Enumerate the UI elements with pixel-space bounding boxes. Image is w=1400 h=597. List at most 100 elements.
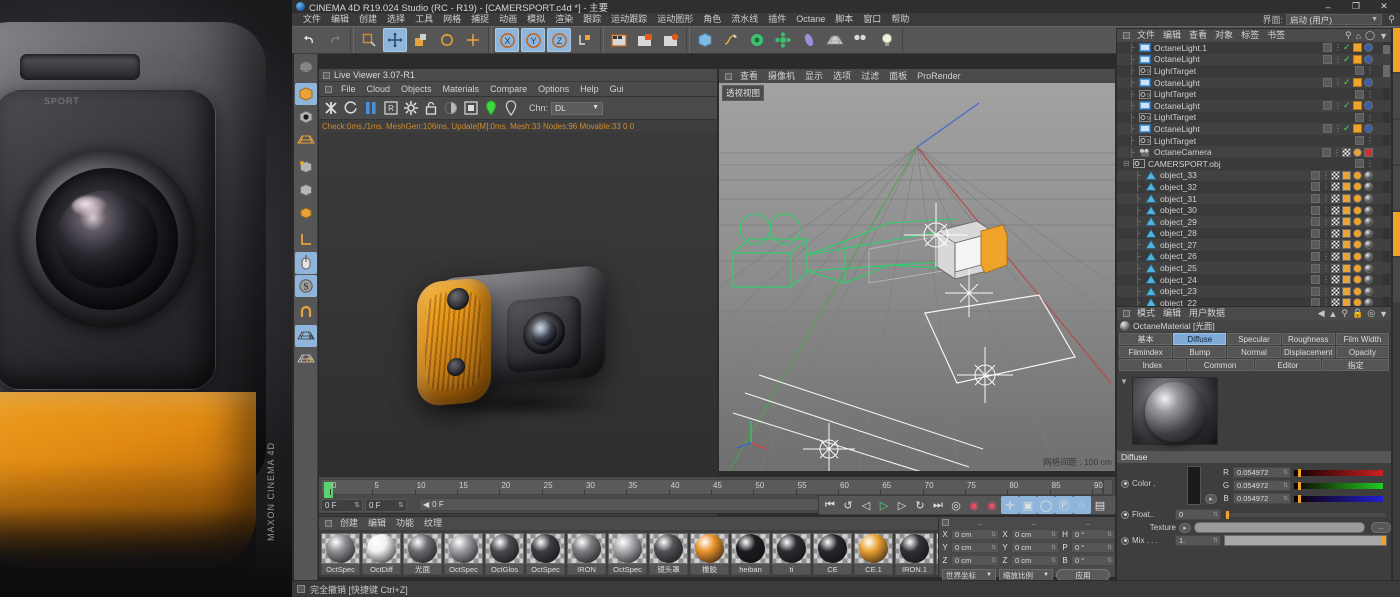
material-swatch[interactable]: OctDiff <box>362 533 401 575</box>
tag-display[interactable] <box>1311 182 1320 191</box>
polygons-mode-button[interactable] <box>295 129 317 151</box>
tree-toggle-icon[interactable]: ├ <box>1135 287 1145 296</box>
material-swatch[interactable]: CE <box>813 533 852 575</box>
position-z-input[interactable]: 0 cm⇅ <box>951 555 999 566</box>
material-swatch[interactable]: OctSpec <box>608 533 647 575</box>
material-swatch[interactable]: OctSpec <box>321 533 360 575</box>
float-radio[interactable] <box>1121 511 1129 519</box>
tag-display[interactable] <box>1311 194 1320 203</box>
quantize-enable-button[interactable]: A <box>295 325 317 347</box>
material-tab-editor[interactable]: Editor <box>1255 359 1322 371</box>
move-tool[interactable] <box>383 28 407 52</box>
viewport-solo-off-button[interactable]: S <box>295 275 317 297</box>
menu-item-14[interactable]: 流水线 <box>726 13 763 26</box>
tag-display[interactable] <box>1311 171 1320 180</box>
collapse-icon[interactable]: ▼ <box>1379 31 1388 41</box>
live-viewer-menu-item-4[interactable]: Compare <box>485 82 532 97</box>
tag-light[interactable] <box>1353 55 1362 64</box>
tag-display[interactable] <box>1355 90 1364 99</box>
slider-knob[interactable] <box>1298 469 1301 477</box>
tag-display[interactable] <box>1323 124 1332 133</box>
object-row[interactable]: ├OctaneLight.1⋮✓ <box>1117 42 1391 54</box>
menu-item-2[interactable]: 创建 <box>354 13 382 26</box>
layout-dropdown[interactable]: 启动 (用户) ▼ <box>1286 14 1382 25</box>
size-z-input[interactable]: 0 cm⇅ <box>1011 555 1059 566</box>
material-tab-bump[interactable]: Bump <box>1173 346 1226 358</box>
panel-grip-icon[interactable] <box>325 520 332 527</box>
channel-b-slider[interactable] <box>1294 495 1383 503</box>
menu-item-18[interactable]: 窗口 <box>858 13 886 26</box>
channel-g-input[interactable]: 0.054972⇅ <box>1233 480 1291 491</box>
tab-attributes[interactable] <box>1393 212 1400 256</box>
tag-uvw[interactable] <box>1331 171 1340 180</box>
object-manager-menu-item-0[interactable]: 文件 <box>1133 29 1159 42</box>
material-swatch[interactable]: OctGlos <box>485 533 524 575</box>
position-y-input[interactable]: 0 cm⇅ <box>951 542 999 553</box>
tree-toggle-icon[interactable]: ├ <box>1135 206 1145 215</box>
rotation-h-input[interactable]: 0 °⇅ <box>1071 529 1115 540</box>
tag-display[interactable] <box>1311 217 1320 226</box>
lock-icon[interactable]: 🔒 <box>1352 308 1363 319</box>
ellipse-icon[interactable]: ◯ <box>1365 30 1375 41</box>
tree-toggle-icon[interactable]: ├ <box>1129 101 1139 110</box>
tree-toggle-icon[interactable]: ├ <box>1135 264 1145 273</box>
tag-phong[interactable] <box>1353 264 1362 273</box>
tag-selection[interactable] <box>1342 264 1351 273</box>
tag-display[interactable] <box>1355 136 1364 145</box>
object-row[interactable]: ├OctaneCamera⋮ <box>1117 146 1391 158</box>
world-coordinates-toggle[interactable] <box>573 28 597 52</box>
enable-axis-button[interactable] <box>295 202 317 224</box>
material-preview-thumbnail[interactable] <box>1132 377 1218 445</box>
tag-phong[interactable] <box>1353 252 1362 261</box>
material-tab-指定[interactable]: 指定 <box>1322 359 1389 371</box>
menu-item-6[interactable]: 捕捉 <box>466 13 494 26</box>
tab-material-editor[interactable] <box>1393 258 1400 302</box>
live-selection-tool[interactable] <box>357 28 381 52</box>
tab-content-browser[interactable] <box>1393 74 1400 118</box>
gear-icon[interactable] <box>401 98 421 118</box>
tag-octane[interactable] <box>1364 124 1373 133</box>
spinner-icon[interactable]: ⇅ <box>398 501 404 509</box>
material-editor-menu-item-0[interactable]: 模式 <box>1133 307 1159 320</box>
tree-toggle-icon[interactable]: ├ <box>1135 252 1145 261</box>
spinner-icon[interactable]: ⇅ <box>1213 537 1218 544</box>
tag-octane[interactable] <box>1364 78 1373 87</box>
tag-uvw[interactable] <box>1331 217 1340 226</box>
material-swatch[interactable]: 橡胶 <box>690 533 729 575</box>
size-y-input[interactable]: 0 cm⇅ <box>1011 542 1059 553</box>
tag-camera[interactable] <box>1364 148 1373 157</box>
panel-grip-icon[interactable] <box>323 72 330 79</box>
pin-inactive-icon[interactable] <box>501 98 521 118</box>
x-axis-lock[interactable]: X <box>495 28 519 52</box>
object-row[interactable]: ├9LightTarget⋮ <box>1117 135 1391 147</box>
viewport-menu-item-3[interactable]: 选项 <box>828 69 856 83</box>
menu-item-13[interactable]: 角色 <box>698 13 726 26</box>
tag-display[interactable] <box>1322 148 1331 157</box>
material-swatch[interactable]: IRON <box>567 533 606 575</box>
timeline-start-field[interactable]: 0 F ⇅ <box>321 499 363 512</box>
world-axis-button[interactable] <box>295 229 317 251</box>
axis-tool[interactable] <box>461 28 485 52</box>
material-manager-menu-item-2[interactable]: 功能 <box>391 517 419 530</box>
menu-item-3[interactable]: 选择 <box>382 13 410 26</box>
timeline-current-field[interactable]: 0 F ⇅ <box>365 499 407 512</box>
tag-display[interactable] <box>1323 55 1332 64</box>
tag-material[interactable] <box>1364 171 1373 180</box>
viewport-window-icon[interactable] <box>461 98 481 118</box>
undo-button[interactable] <box>297 28 321 52</box>
menu-item-11[interactable]: 运动跟踪 <box>606 13 652 26</box>
tag-display[interactable] <box>1311 264 1320 273</box>
tag-selection[interactable] <box>1342 240 1351 249</box>
material-tab-diffuse[interactable]: Diffuse <box>1173 333 1226 345</box>
material-tab-opacity[interactable]: Opacity <box>1336 346 1389 358</box>
material-tab-normal[interactable]: Normal <box>1227 346 1280 358</box>
tree-toggle-icon[interactable]: ├ <box>1135 171 1145 180</box>
key-rotation-button[interactable]: ◯ <box>1037 496 1055 514</box>
tree-toggle-icon[interactable]: ├ <box>1129 66 1139 75</box>
points-mode-button[interactable] <box>295 106 317 128</box>
tag-display[interactable] <box>1355 159 1364 168</box>
render-view-button[interactable] <box>607 28 631 52</box>
panel-grip-icon[interactable] <box>1123 32 1130 39</box>
perspective-viewport[interactable]: 查看摄像机显示选项过滤面板ProRender ✛ ⇟ ◎ ▣ 透视视图 网格间距… <box>718 68 1116 472</box>
material-manager-menu-item-1[interactable]: 编辑 <box>363 517 391 530</box>
